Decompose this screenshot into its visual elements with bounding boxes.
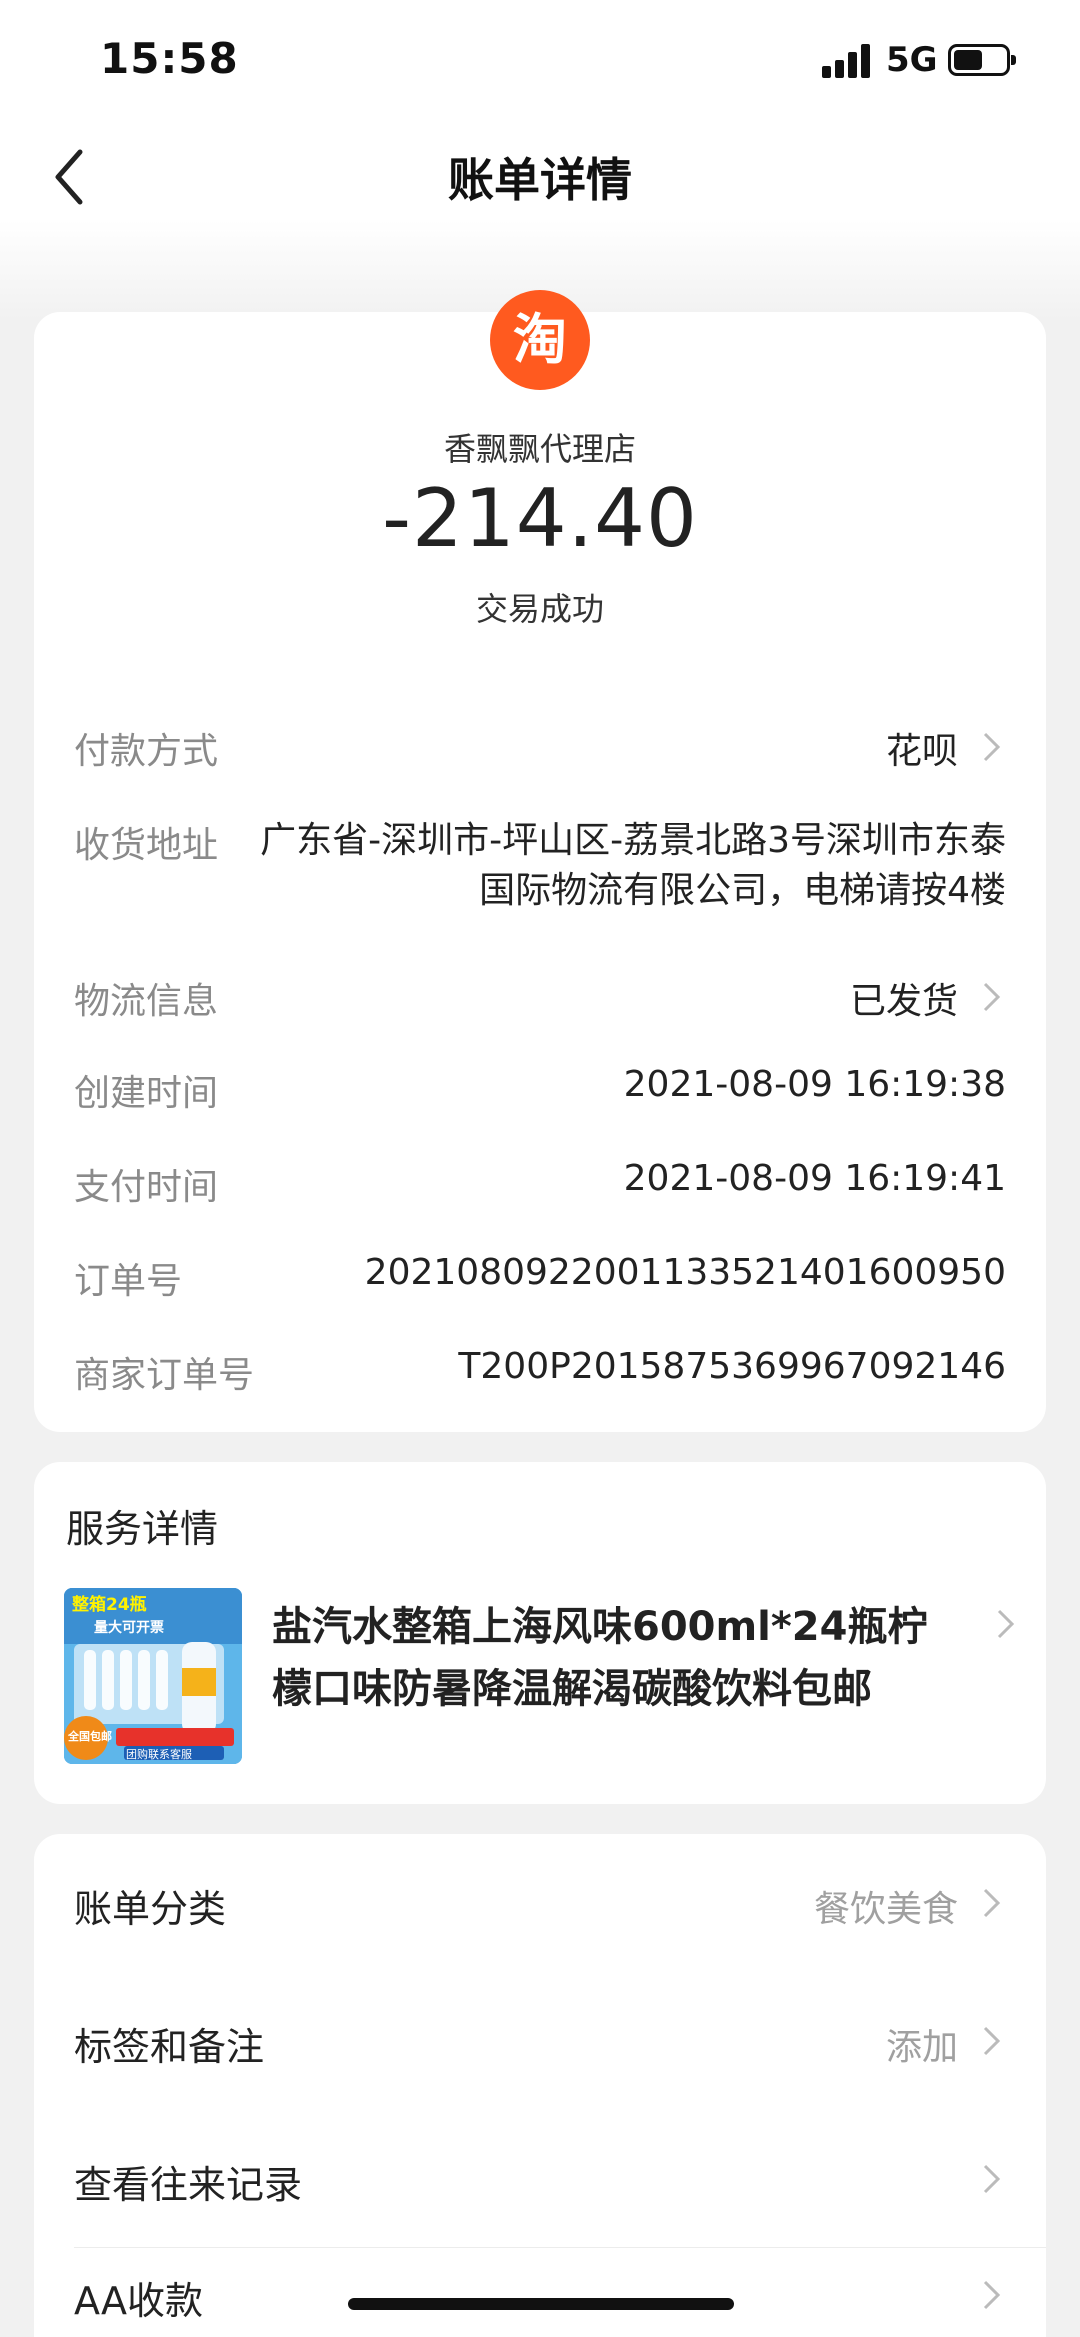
payment-method-value: 花呗	[885, 731, 958, 772]
merchant-order-no-value[interactable]: T200P2015875369967092146	[458, 1346, 1006, 1387]
bill-category-row[interactable]: 账单分类 餐饮美食	[74, 1834, 1006, 1972]
history-records-label: 查看往来记录	[74, 2163, 303, 2207]
transaction-card: 淘 香飘飘代理店 -214.40 交易成功 付款方式 花呗 收货地址 广东省-深…	[34, 290, 1046, 1432]
battery-level	[954, 50, 982, 70]
order-no-row[interactable]: 订单号 2021080922001133521401600950	[74, 1252, 1006, 1312]
taobao-logo-icon: 淘	[513, 308, 567, 371]
chevron-right-icon	[983, 1888, 1001, 1918]
address-label: 收货地址	[74, 825, 219, 866]
product-image[interactable]: 整箱24瓶 量大可开票 团购联系客服 全国包邮	[64, 1588, 242, 1764]
bill-category-label: 账单分类	[74, 1887, 227, 1931]
address-row: 收货地址 广东省-深圳市-坪山区-荔景北路3号深圳市东泰国际物流有限公司，电梯请…	[74, 816, 1006, 926]
bill-category-value: 餐饮美食	[813, 1889, 958, 1930]
product-image-corner: 全国包邮	[67, 1729, 112, 1743]
aa-collect-label: AA收款	[74, 2279, 204, 2323]
product-image-bottom: 团购联系客服	[126, 1747, 192, 1761]
merchant-logo: 淘	[490, 290, 590, 390]
nav-header: 账单详情	[0, 120, 1080, 230]
signal-icon	[822, 44, 874, 78]
merchant-order-no-row[interactable]: 商家订单号 T200P2015875369967092146	[74, 1346, 1006, 1406]
home-indicator[interactable]	[348, 2298, 734, 2310]
payment-method-label: 付款方式	[74, 731, 219, 772]
chevron-right-icon	[997, 1609, 1015, 1639]
service-title: 服务详情	[66, 1507, 219, 1551]
chevron-right-icon	[983, 732, 1001, 762]
address-value: 广东省-深圳市-坪山区-荔景北路3号深圳市东泰国际物流有限公司，电梯请按4楼	[260, 820, 1006, 911]
transaction-amount: -214.40	[382, 472, 698, 565]
aa-collect-row[interactable]: AA收款	[74, 2248, 1006, 2337]
created-time-row: 创建时间 2021-08-09 16:19:38	[74, 1064, 1006, 1124]
status-bar: 15:58 5G	[0, 0, 1080, 120]
product-image-badge: 整箱24瓶	[72, 1594, 147, 1615]
product-thumbnail: 整箱24瓶 量大可开票 团购联系客服 全国包邮	[64, 1588, 242, 1764]
paid-time-row: 支付时间 2021-08-09 16:19:41	[74, 1158, 1006, 1218]
created-time-label: 创建时间	[74, 1073, 219, 1114]
chevron-right-icon	[983, 982, 1001, 1012]
service-card[interactable]: 服务详情 整箱24瓶 量大可开票 团购联系客服 全国包邮 盐汽水整箱上海风味60…	[34, 1462, 1046, 1804]
history-records-row[interactable]: 查看往来记录	[74, 2110, 1046, 2248]
logistics-value: 已发货	[849, 981, 958, 1022]
page-title: 账单详情	[448, 153, 632, 207]
logistics-label: 物流信息	[74, 981, 219, 1022]
paid-time-label: 支付时间	[74, 1167, 219, 1208]
tags-notes-value: 添加	[885, 2027, 958, 2068]
chevron-right-icon	[983, 2280, 1001, 2310]
merchant-order-no-label: 商家订单号	[74, 1355, 255, 1396]
transaction-status: 交易成功	[475, 590, 604, 628]
paid-time-value: 2021-08-09 16:19:41	[623, 1158, 1006, 1199]
actions-card: 账单分类 餐饮美食 标签和备注 添加 查看往来记录 AA收款	[34, 1834, 1046, 2337]
chevron-right-icon	[983, 2164, 1001, 2194]
product-image-sub: 量大可开票	[94, 1619, 164, 1636]
chevron-right-icon	[983, 2026, 1001, 2056]
bill-detail-page: 15:58 5G 账单详情 淘 香飘飘代理店 -214.40 交易成功 付款方式	[0, 0, 1080, 2337]
created-time-value: 2021-08-09 16:19:38	[623, 1064, 1006, 1105]
network-type: 5G	[886, 40, 938, 80]
product-name[interactable]: 盐汽水整箱上海风味600ml*24瓶柠檬口味防暑降温解渴碳酸饮料包邮	[272, 1596, 952, 1720]
merchant-name: 香飘飘代理店	[443, 430, 636, 468]
logistics-row[interactable]: 物流信息 已发货	[74, 972, 1006, 1032]
payment-method-row[interactable]: 付款方式 花呗	[74, 722, 1006, 782]
tags-notes-label: 标签和备注	[74, 2025, 265, 2069]
status-time: 15:58	[100, 34, 239, 83]
battery-icon	[948, 44, 1016, 76]
tags-notes-row[interactable]: 标签和备注 添加	[74, 1972, 1006, 2110]
order-no-value[interactable]: 2021080922001133521401600950	[365, 1252, 1006, 1293]
order-no-label: 订单号	[74, 1261, 183, 1302]
